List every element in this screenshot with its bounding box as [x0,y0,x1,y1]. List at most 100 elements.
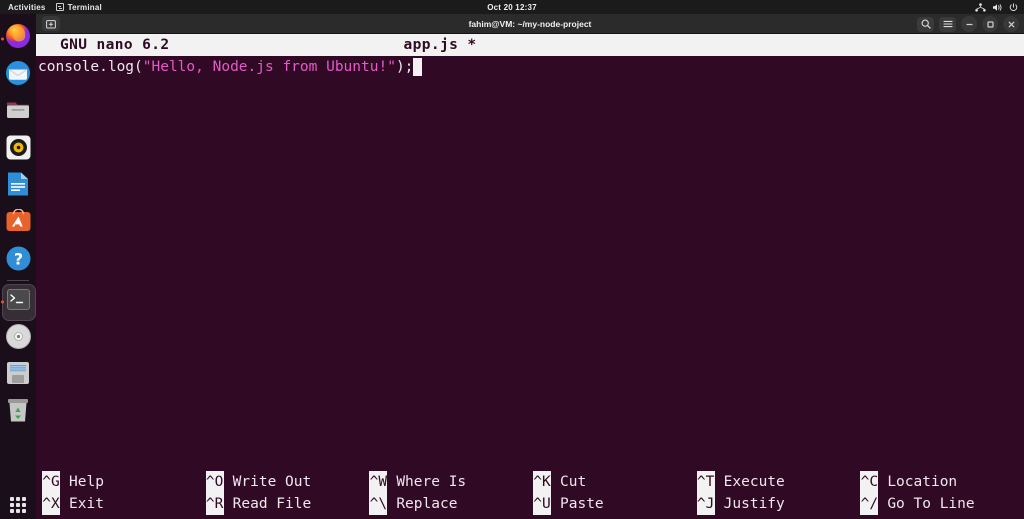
dock-item-thunderbird[interactable] [1,57,35,94]
close-button[interactable] [1003,16,1019,32]
shortcut-execute[interactable]: ^T Execute [696,471,861,493]
shortcut-key: ^T [696,471,715,493]
shortcut-column-6: ^C Location ^/ Go To Line [860,471,1024,515]
shortcut-cut[interactable]: ^K Cut [533,471,697,493]
dock-item-libreoffice-writer[interactable] [1,168,35,205]
search-button[interactable] [917,16,934,32]
shortcut-location[interactable]: ^C Location [860,471,1024,493]
shortcut-justify[interactable]: ^J Justify [696,493,861,515]
dock-item-help[interactable]: ? [1,242,35,279]
shortcut-help[interactable]: ^G Help [42,471,206,493]
shortcut-key: ^G [42,471,60,493]
libreoffice-writer-icon [6,171,30,202]
running-indicator [1,300,4,303]
shortcut-key: ^J [696,493,715,515]
files-icon [5,98,31,127]
nano-shortcut-bar: ^G Help ^X Exit ^O Write Out ^R Read Fil… [36,471,1024,519]
shortcut-label: Where Is [396,474,467,490]
code-token-close: ); [395,59,414,75]
shortcut-key: ^\ [369,493,388,515]
close-icon [1008,21,1014,27]
shortcut-key: ^X [42,493,60,515]
code-line-1[interactable]: console.log("Hello, Node.js from Ubuntu!… [36,56,1024,78]
nano-editor[interactable]: GNU nano 6.2 app.js * console.log("Hello… [36,34,1024,519]
disc-icon [5,323,31,354]
shortcut-column-2: ^O Write Out ^R Read File [205,471,370,515]
network-icon [975,2,986,12]
shortcut-label: Read File [232,496,312,512]
thunderbird-icon [5,60,31,91]
terminal-window: fahim@VM: ~/my-node-project GNU nano 6.2… [36,14,1024,519]
shortcut-label: Execute [723,474,785,490]
window-controls [917,14,1019,34]
ubuntu-software-icon [6,208,31,239]
shortcut-column-5: ^T Execute ^J Justify [696,471,861,515]
shortcut-label: Exit [69,496,104,512]
dock-item-files[interactable] [1,94,35,131]
nano-title-bar: GNU nano 6.2 app.js * [36,34,1024,56]
shortcut-replace[interactable]: ^\ Replace [369,493,533,515]
shortcut-go-to-line[interactable]: ^/ Go To Line [860,493,1024,515]
shortcut-label: Justify [723,496,785,512]
shortcut-key: ^W [369,471,388,493]
rhythmbox-icon [6,135,31,165]
terminal-header-bar: fahim@VM: ~/my-node-project [36,14,1024,34]
search-icon [921,19,931,29]
trash-icon [7,398,29,428]
shortcut-key: ^K [533,471,551,493]
minimize-button[interactable] [961,16,977,32]
shortcut-label: Cut [560,474,587,490]
hamburger-menu-icon [942,20,953,28]
nano-text-area[interactable]: console.log("Hello, Node.js from Ubuntu!… [36,56,1024,78]
dock-item-trash[interactable] [1,394,35,431]
help-icon: ? [6,246,31,276]
shortcut-label: Replace [396,496,458,512]
shortcut-key: ^U [533,493,551,515]
clock[interactable]: Oct 20 12:37 [0,3,1024,12]
ubuntu-dock: ? [0,14,36,519]
nano-filename: app.js * [403,37,477,53]
shortcut-key: ^/ [860,493,879,515]
dock-item-ubuntu-software[interactable] [1,205,35,242]
power-icon [1009,2,1018,12]
dock-item-disks[interactable] [1,357,35,394]
volume-icon [992,3,1003,12]
desktop-screen: Activities Terminal Oct 20 12:37 ? fahim… [0,0,1024,519]
dock-item-firefox[interactable] [1,20,35,57]
menu-button[interactable] [939,16,956,32]
new-tab-icon [46,19,56,29]
shortcut-label: Go To Line [887,496,975,512]
disks-icon [6,361,30,390]
dock-item-rhythmbox[interactable] [1,131,35,168]
dock-item-terminal[interactable] [1,280,36,321]
shortcut-paste[interactable]: ^U Paste [533,493,697,515]
shortcut-write-out[interactable]: ^O Write Out [205,471,370,493]
shortcut-column-4: ^K Cut ^U Paste [533,471,697,515]
maximize-button[interactable] [982,16,998,32]
svg-text:?: ? [13,249,22,268]
shortcut-exit[interactable]: ^X Exit [42,493,206,515]
shortcut-key: ^O [205,471,224,493]
terminal-icon [6,288,30,315]
shortcut-read-file[interactable]: ^R Read File [205,493,370,515]
firefox-icon [5,23,31,54]
shortcut-key: ^R [205,493,224,515]
gnome-top-bar: Activities Terminal Oct 20 12:37 [0,0,1024,14]
shortcut-where-is[interactable]: ^W Where Is [369,471,533,493]
shortcut-label: Paste [560,496,604,512]
running-indicator [1,37,4,40]
shortcut-label: Write Out [232,474,312,490]
system-tray[interactable] [975,0,1018,14]
new-tab-button[interactable] [42,16,60,31]
show-applications-button[interactable] [10,497,26,513]
maximize-icon [986,20,994,28]
shortcut-label: Location [887,474,958,490]
shortcut-label: Help [69,474,104,490]
dock-item-disc[interactable] [1,320,35,357]
code-token-call: console.log( [38,59,143,75]
nano-status-line [36,431,1024,453]
minimize-icon [965,23,973,25]
shortcut-column-3: ^W Where Is ^\ Replace [369,471,533,515]
code-token-string: "Hello, Node.js from Ubuntu!" [142,59,396,75]
window-title: fahim@VM: ~/my-node-project [468,18,592,29]
